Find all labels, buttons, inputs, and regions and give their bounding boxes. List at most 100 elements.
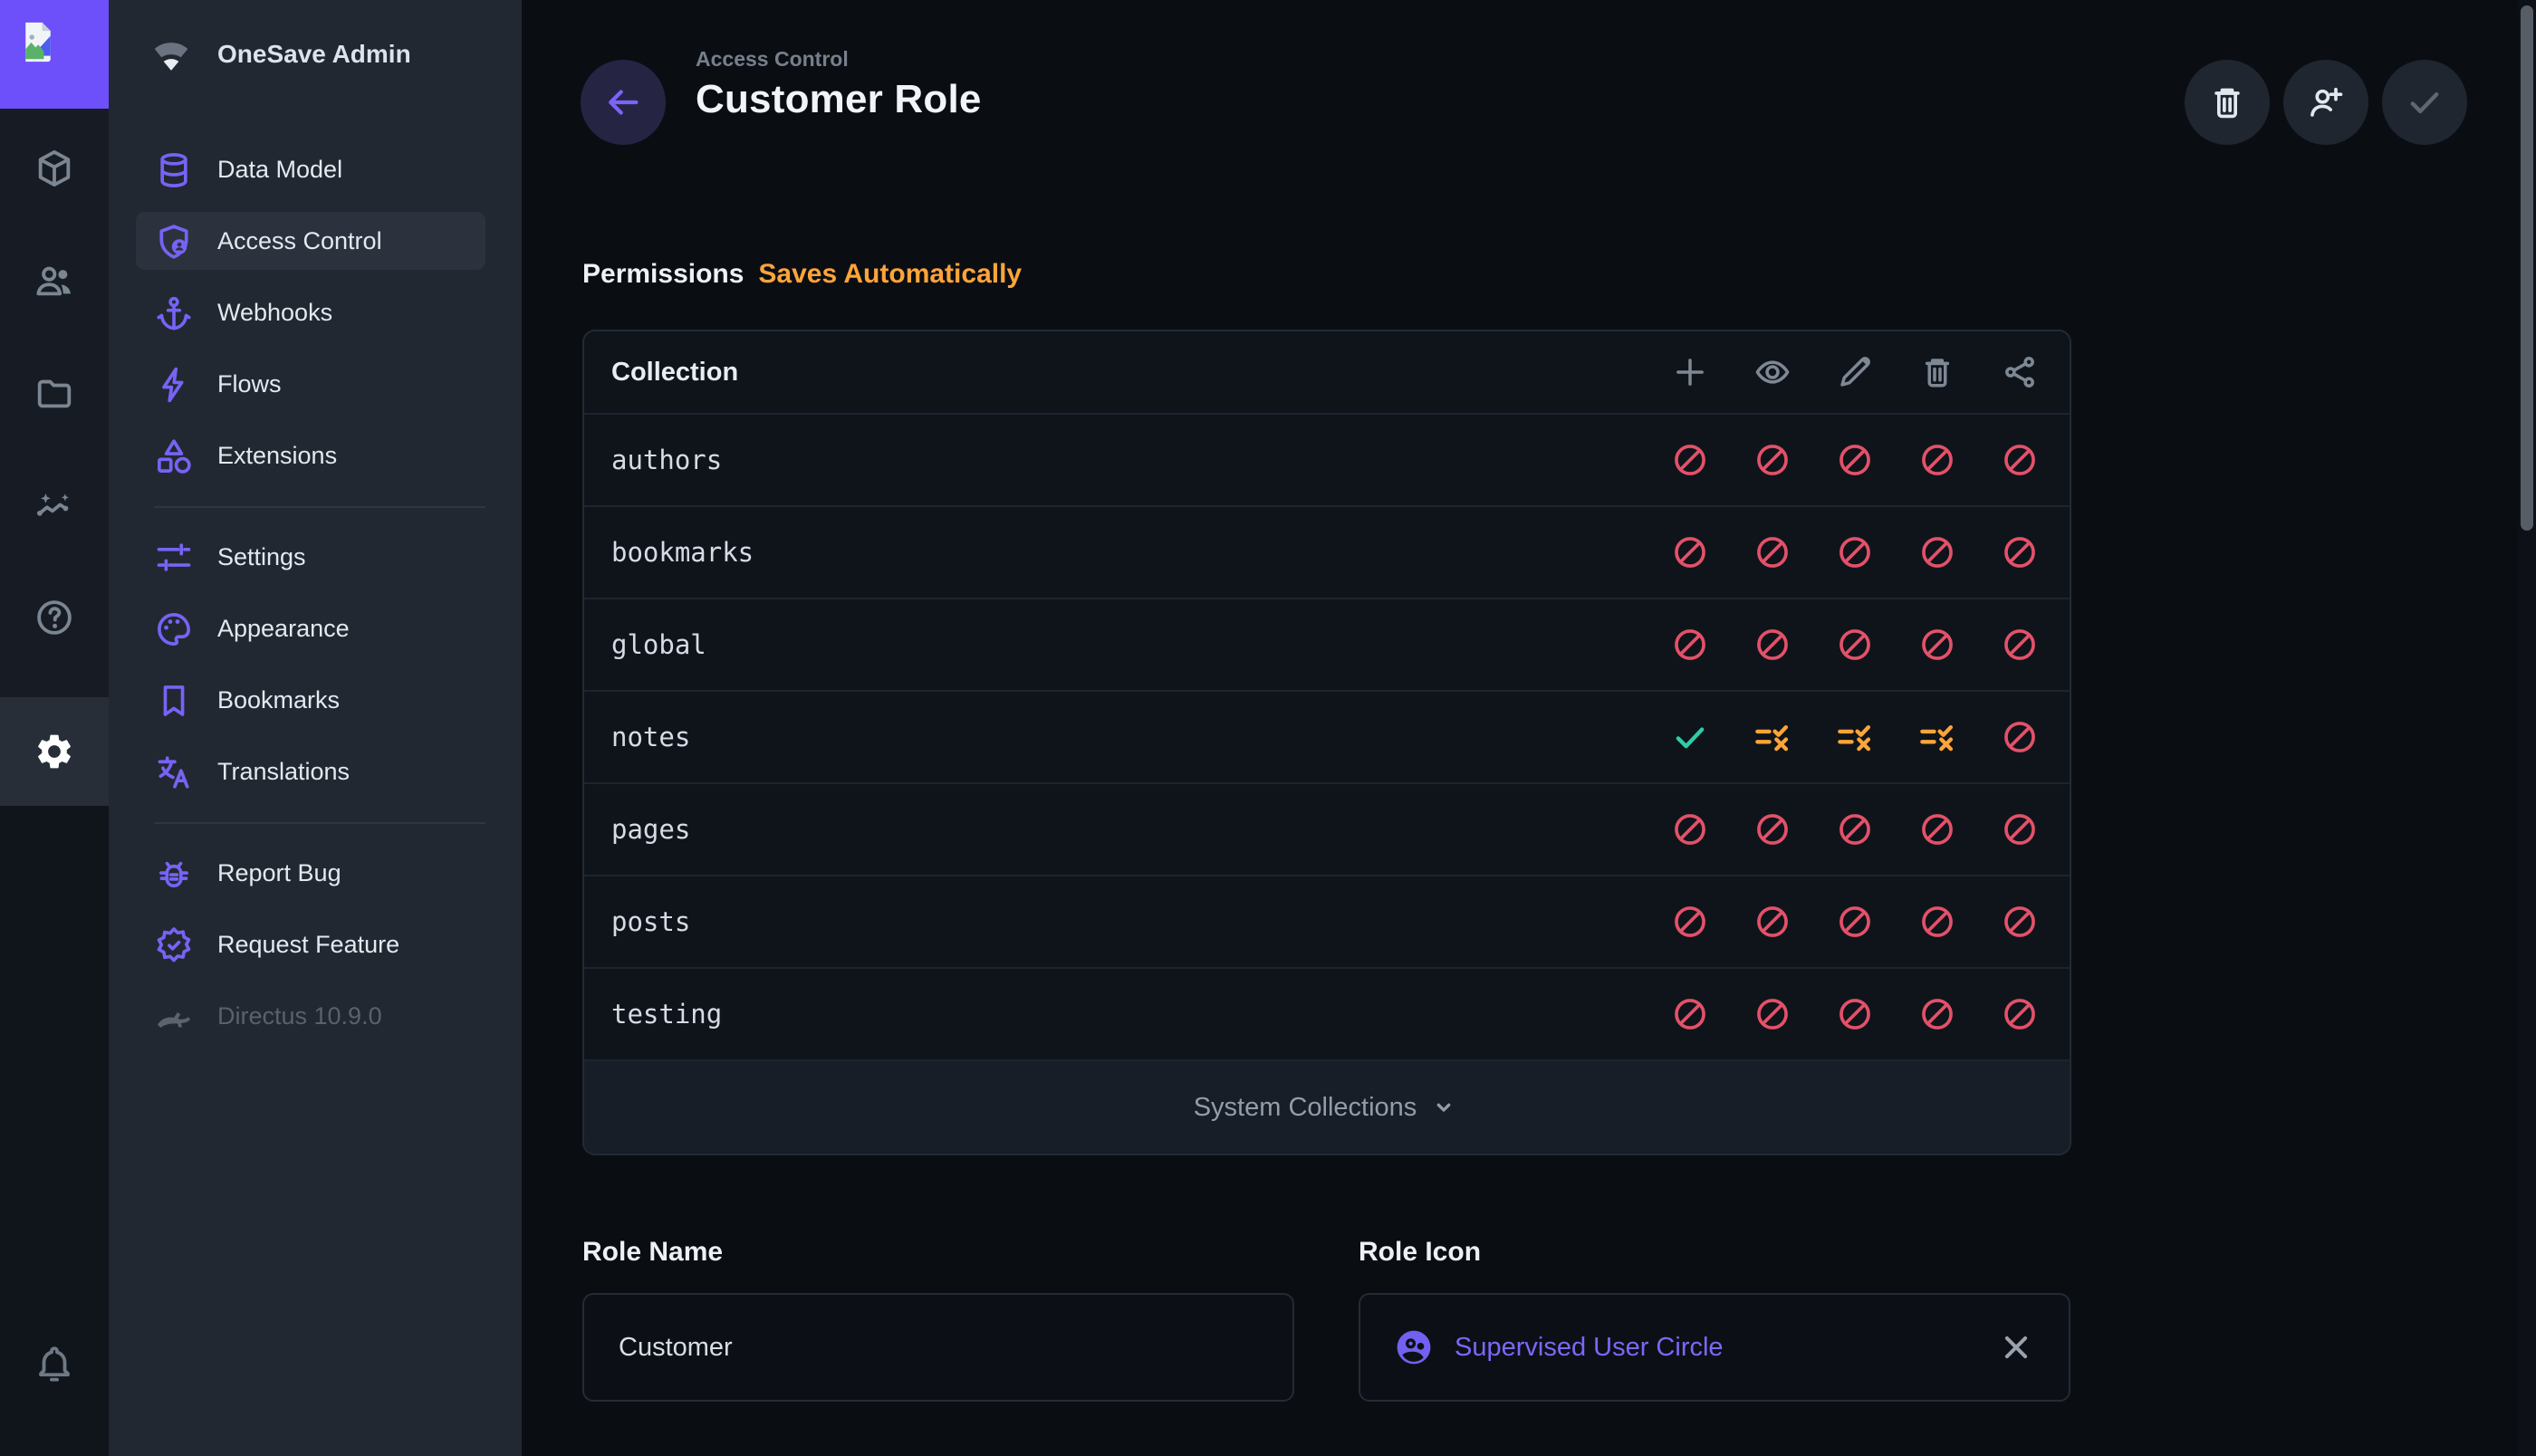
create-permission-toggle[interactable] — [1648, 441, 1731, 479]
read-permission-toggle[interactable] — [1731, 626, 1813, 664]
update-permission-toggle[interactable] — [1813, 903, 1896, 941]
no-access-block-icon — [2001, 533, 2039, 571]
delete-permission-toggle[interactable] — [1896, 441, 1978, 479]
update-permission-toggle[interactable] — [1813, 626, 1896, 664]
sidebar-item-label: Translations — [217, 758, 350, 786]
delete-permission-toggle[interactable] — [1896, 718, 1978, 756]
share-permission-toggle[interactable] — [1978, 441, 2060, 479]
project-logo[interactable] — [0, 0, 109, 109]
sidebar-item-version[interactable]: Directus 10.9.0 — [109, 981, 522, 1052]
sidebar-item-request-feature[interactable]: Request Feature — [109, 909, 522, 981]
update-permission-toggle[interactable] — [1813, 995, 1896, 1033]
update-permission-toggle[interactable] — [1813, 810, 1896, 848]
delete-permission-toggle[interactable] — [1896, 533, 1978, 571]
read-permission-toggle[interactable] — [1731, 718, 1813, 756]
permissions-title: Permissions — [582, 259, 744, 289]
no-access-block-icon — [1671, 441, 1709, 479]
read-permission-toggle[interactable] — [1731, 810, 1813, 848]
project-info[interactable]: OneSave Admin — [109, 0, 522, 109]
sidebar-item-appearance[interactable]: Appearance — [109, 593, 522, 665]
category-icon — [154, 436, 194, 476]
scrollbar-track[interactable] — [2518, 0, 2536, 1456]
notifications-button[interactable] — [34, 1343, 75, 1384]
sidebar-item-label: Extensions — [217, 442, 337, 470]
chevron-down-icon — [1427, 1091, 1460, 1124]
sidebar-item-data-model[interactable]: Data Model — [109, 134, 522, 206]
role-icon-field[interactable]: Supervised User Circle — [1359, 1293, 2070, 1402]
plus-icon — [1671, 353, 1709, 391]
save-button[interactable] — [2382, 60, 2467, 145]
sidebar-item-label: Request Feature — [217, 931, 399, 959]
create-permission-toggle[interactable] — [1648, 718, 1731, 756]
share-permission-toggle[interactable] — [1978, 995, 2060, 1033]
share-permission-toggle[interactable] — [1978, 903, 2060, 941]
sidebar-item-report-bug[interactable]: Report Bug — [109, 838, 522, 909]
share-permission-toggle[interactable] — [1978, 810, 2060, 848]
create-permission-toggle[interactable] — [1648, 533, 1731, 571]
read-permission-toggle[interactable] — [1731, 441, 1813, 479]
read-permission-toggle[interactable] — [1731, 903, 1813, 941]
insights-module-button[interactable] — [34, 484, 75, 526]
create-permission-toggle[interactable] — [1648, 810, 1731, 848]
breadcrumb[interactable]: Access Control — [696, 47, 982, 72]
no-access-block-icon — [2001, 718, 2039, 756]
create-permission-toggle[interactable] — [1648, 903, 1731, 941]
share-column-icon — [1978, 353, 2060, 391]
permissions-table-header: Collection — [584, 331, 2070, 415]
update-permission-toggle[interactable] — [1813, 718, 1896, 756]
table-row: notes — [584, 690, 2070, 782]
bolt-icon — [154, 365, 194, 405]
files-module-button[interactable] — [34, 372, 75, 414]
users-module-button[interactable] — [34, 260, 75, 302]
create-permission-toggle[interactable] — [1648, 995, 1731, 1033]
table-row: posts — [584, 875, 2070, 967]
no-access-block-icon — [1836, 533, 1874, 571]
delete-permission-toggle[interactable] — [1896, 626, 1978, 664]
share-permission-toggle[interactable] — [1978, 533, 2060, 571]
tune-icon — [154, 538, 194, 578]
help-icon — [34, 597, 75, 638]
delete-permission-toggle[interactable] — [1896, 810, 1978, 848]
no-access-block-icon — [1836, 995, 1874, 1033]
system-collections-toggle[interactable]: System Collections — [584, 1059, 2070, 1154]
directus-admin-app: OneSave Admin Data Model — [0, 0, 2536, 1456]
scrollbar-thumb[interactable] — [2521, 5, 2533, 531]
no-access-block-icon — [2001, 903, 2039, 941]
no-access-block-icon — [1753, 810, 1792, 848]
help-module-button[interactable] — [34, 597, 75, 638]
clear-role-icon-button[interactable] — [1996, 1327, 2036, 1367]
sidebar-item-flows[interactable]: Flows — [109, 349, 522, 420]
delete-role-button[interactable] — [2185, 60, 2270, 145]
read-permission-toggle[interactable] — [1731, 995, 1813, 1033]
users-icon — [34, 260, 75, 302]
sidebar-item-label: Webhooks — [217, 299, 332, 327]
version-label: Directus 10.9.0 — [217, 1002, 382, 1030]
invite-users-button[interactable] — [2283, 60, 2368, 145]
share-permission-toggle[interactable] — [1978, 718, 2060, 756]
sidebar-item-bookmarks[interactable]: Bookmarks — [109, 665, 522, 736]
read-permission-toggle[interactable] — [1731, 533, 1813, 571]
no-access-block-icon — [2001, 441, 2039, 479]
create-permission-toggle[interactable] — [1648, 626, 1731, 664]
settings-module-button[interactable] — [34, 731, 75, 772]
role-name-label: Role Name — [582, 1237, 723, 1268]
no-access-block-icon — [1836, 810, 1874, 848]
sidebar-item-extensions[interactable]: Extensions — [109, 420, 522, 492]
delete-permission-toggle[interactable] — [1896, 903, 1978, 941]
sidebar-item-webhooks[interactable]: Webhooks — [109, 277, 522, 349]
sidebar-item-settings[interactable]: Settings — [109, 522, 522, 593]
sidebar-item-access-control[interactable]: Access Control — [109, 206, 522, 277]
content-module-button[interactable] — [34, 148, 75, 189]
share-permission-toggle[interactable] — [1978, 626, 2060, 664]
broken-image-icon — [18, 20, 58, 63]
update-permission-toggle[interactable] — [1813, 533, 1896, 571]
update-permission-toggle[interactable] — [1813, 441, 1896, 479]
table-row: pages — [584, 782, 2070, 875]
sidebar-item-translations[interactable]: Translations — [109, 736, 522, 808]
trash-icon — [1918, 353, 1956, 391]
delete-permission-toggle[interactable] — [1896, 995, 1978, 1033]
role-name-input[interactable] — [617, 1332, 1260, 1364]
bug-icon — [154, 854, 194, 894]
collection-name: global — [584, 629, 1648, 660]
back-button[interactable] — [581, 60, 666, 145]
